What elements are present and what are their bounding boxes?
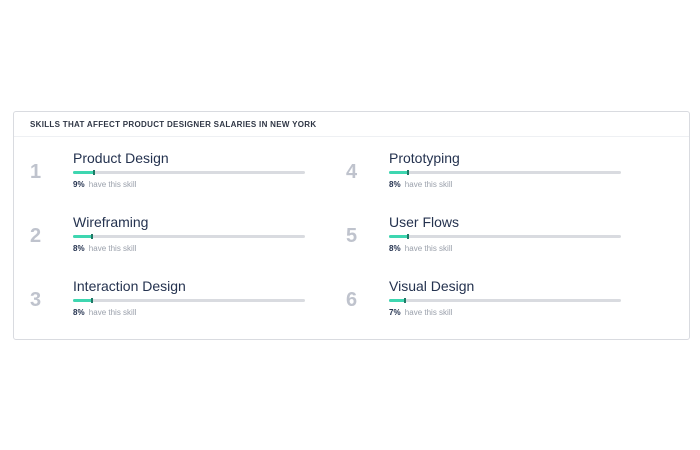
skill-rank: 5	[346, 225, 358, 247]
skill-share: 8% have this skill	[73, 308, 136, 318]
skill-progress-marker	[407, 234, 409, 239]
skill-name: Prototyping	[389, 150, 460, 166]
skill-percent: 7%	[389, 308, 401, 317]
skill-rank: 1	[30, 161, 42, 183]
skill-share: 9% have this skill	[73, 180, 136, 190]
skill-progress-fill	[389, 171, 408, 174]
skill-item-4: 4 Prototyping 8% have this skill	[346, 149, 646, 199]
skill-progress-track	[389, 171, 621, 174]
skill-share: 7% have this skill	[389, 308, 452, 318]
skill-item-1: 1 Product Design 9% have this skill	[30, 149, 330, 199]
skill-progress-marker	[407, 170, 409, 175]
skill-percent: 8%	[389, 180, 401, 189]
skill-item-5: 5 User Flows 8% have this skill	[346, 213, 646, 263]
skill-progress-track	[73, 299, 305, 302]
skill-progress-track	[73, 235, 305, 238]
panel-title: SKILLS THAT AFFECT PRODUCT DESIGNER SALA…	[30, 120, 317, 129]
skill-progress-fill	[73, 171, 94, 174]
skill-progress-marker	[93, 170, 95, 175]
skill-progress-track	[73, 171, 305, 174]
skill-progress-fill	[73, 299, 92, 302]
skill-progress-marker	[91, 234, 93, 239]
skill-percent: 8%	[389, 244, 401, 253]
skill-percent: 8%	[73, 244, 85, 253]
skill-item-6: 6 Visual Design 7% have this skill	[346, 277, 646, 327]
skill-name: Interaction Design	[73, 278, 186, 294]
skill-name: Visual Design	[389, 278, 475, 294]
skill-rank: 3	[30, 289, 42, 311]
skill-progress-track	[389, 299, 621, 302]
skill-name: User Flows	[389, 214, 460, 230]
skill-item-2: 2 Wireframing 8% have this skill	[30, 213, 330, 263]
skill-share: 8% have this skill	[389, 180, 452, 190]
skill-rank: 2	[30, 225, 42, 247]
skill-progress-fill	[389, 299, 405, 302]
skill-percent: 9%	[73, 180, 85, 189]
skill-name: Product Design	[73, 150, 169, 166]
panel-header: SKILLS THAT AFFECT PRODUCT DESIGNER SALA…	[14, 112, 689, 137]
skill-share-label: have this skill	[404, 308, 453, 317]
skill-progress-marker	[91, 298, 93, 303]
skill-name: Wireframing	[73, 214, 149, 230]
skill-progress-marker	[404, 298, 406, 303]
skill-share-label: have this skill	[88, 180, 137, 189]
skill-progress-track	[389, 235, 621, 238]
skill-percent: 8%	[73, 308, 85, 317]
skill-share: 8% have this skill	[389, 244, 452, 254]
skill-rank: 4	[346, 161, 358, 183]
skill-share-label: have this skill	[404, 244, 453, 253]
skill-progress-fill	[389, 235, 408, 238]
skill-item-3: 3 Interaction Design 8% have this skill	[30, 277, 330, 327]
skill-share-label: have this skill	[404, 180, 453, 189]
skill-rank: 6	[346, 289, 358, 311]
skill-share-label: have this skill	[88, 244, 137, 253]
skill-share: 8% have this skill	[73, 244, 136, 254]
skill-share-label: have this skill	[88, 308, 137, 317]
skill-progress-fill	[73, 235, 92, 238]
skills-panel: SKILLS THAT AFFECT PRODUCT DESIGNER SALA…	[13, 111, 690, 340]
